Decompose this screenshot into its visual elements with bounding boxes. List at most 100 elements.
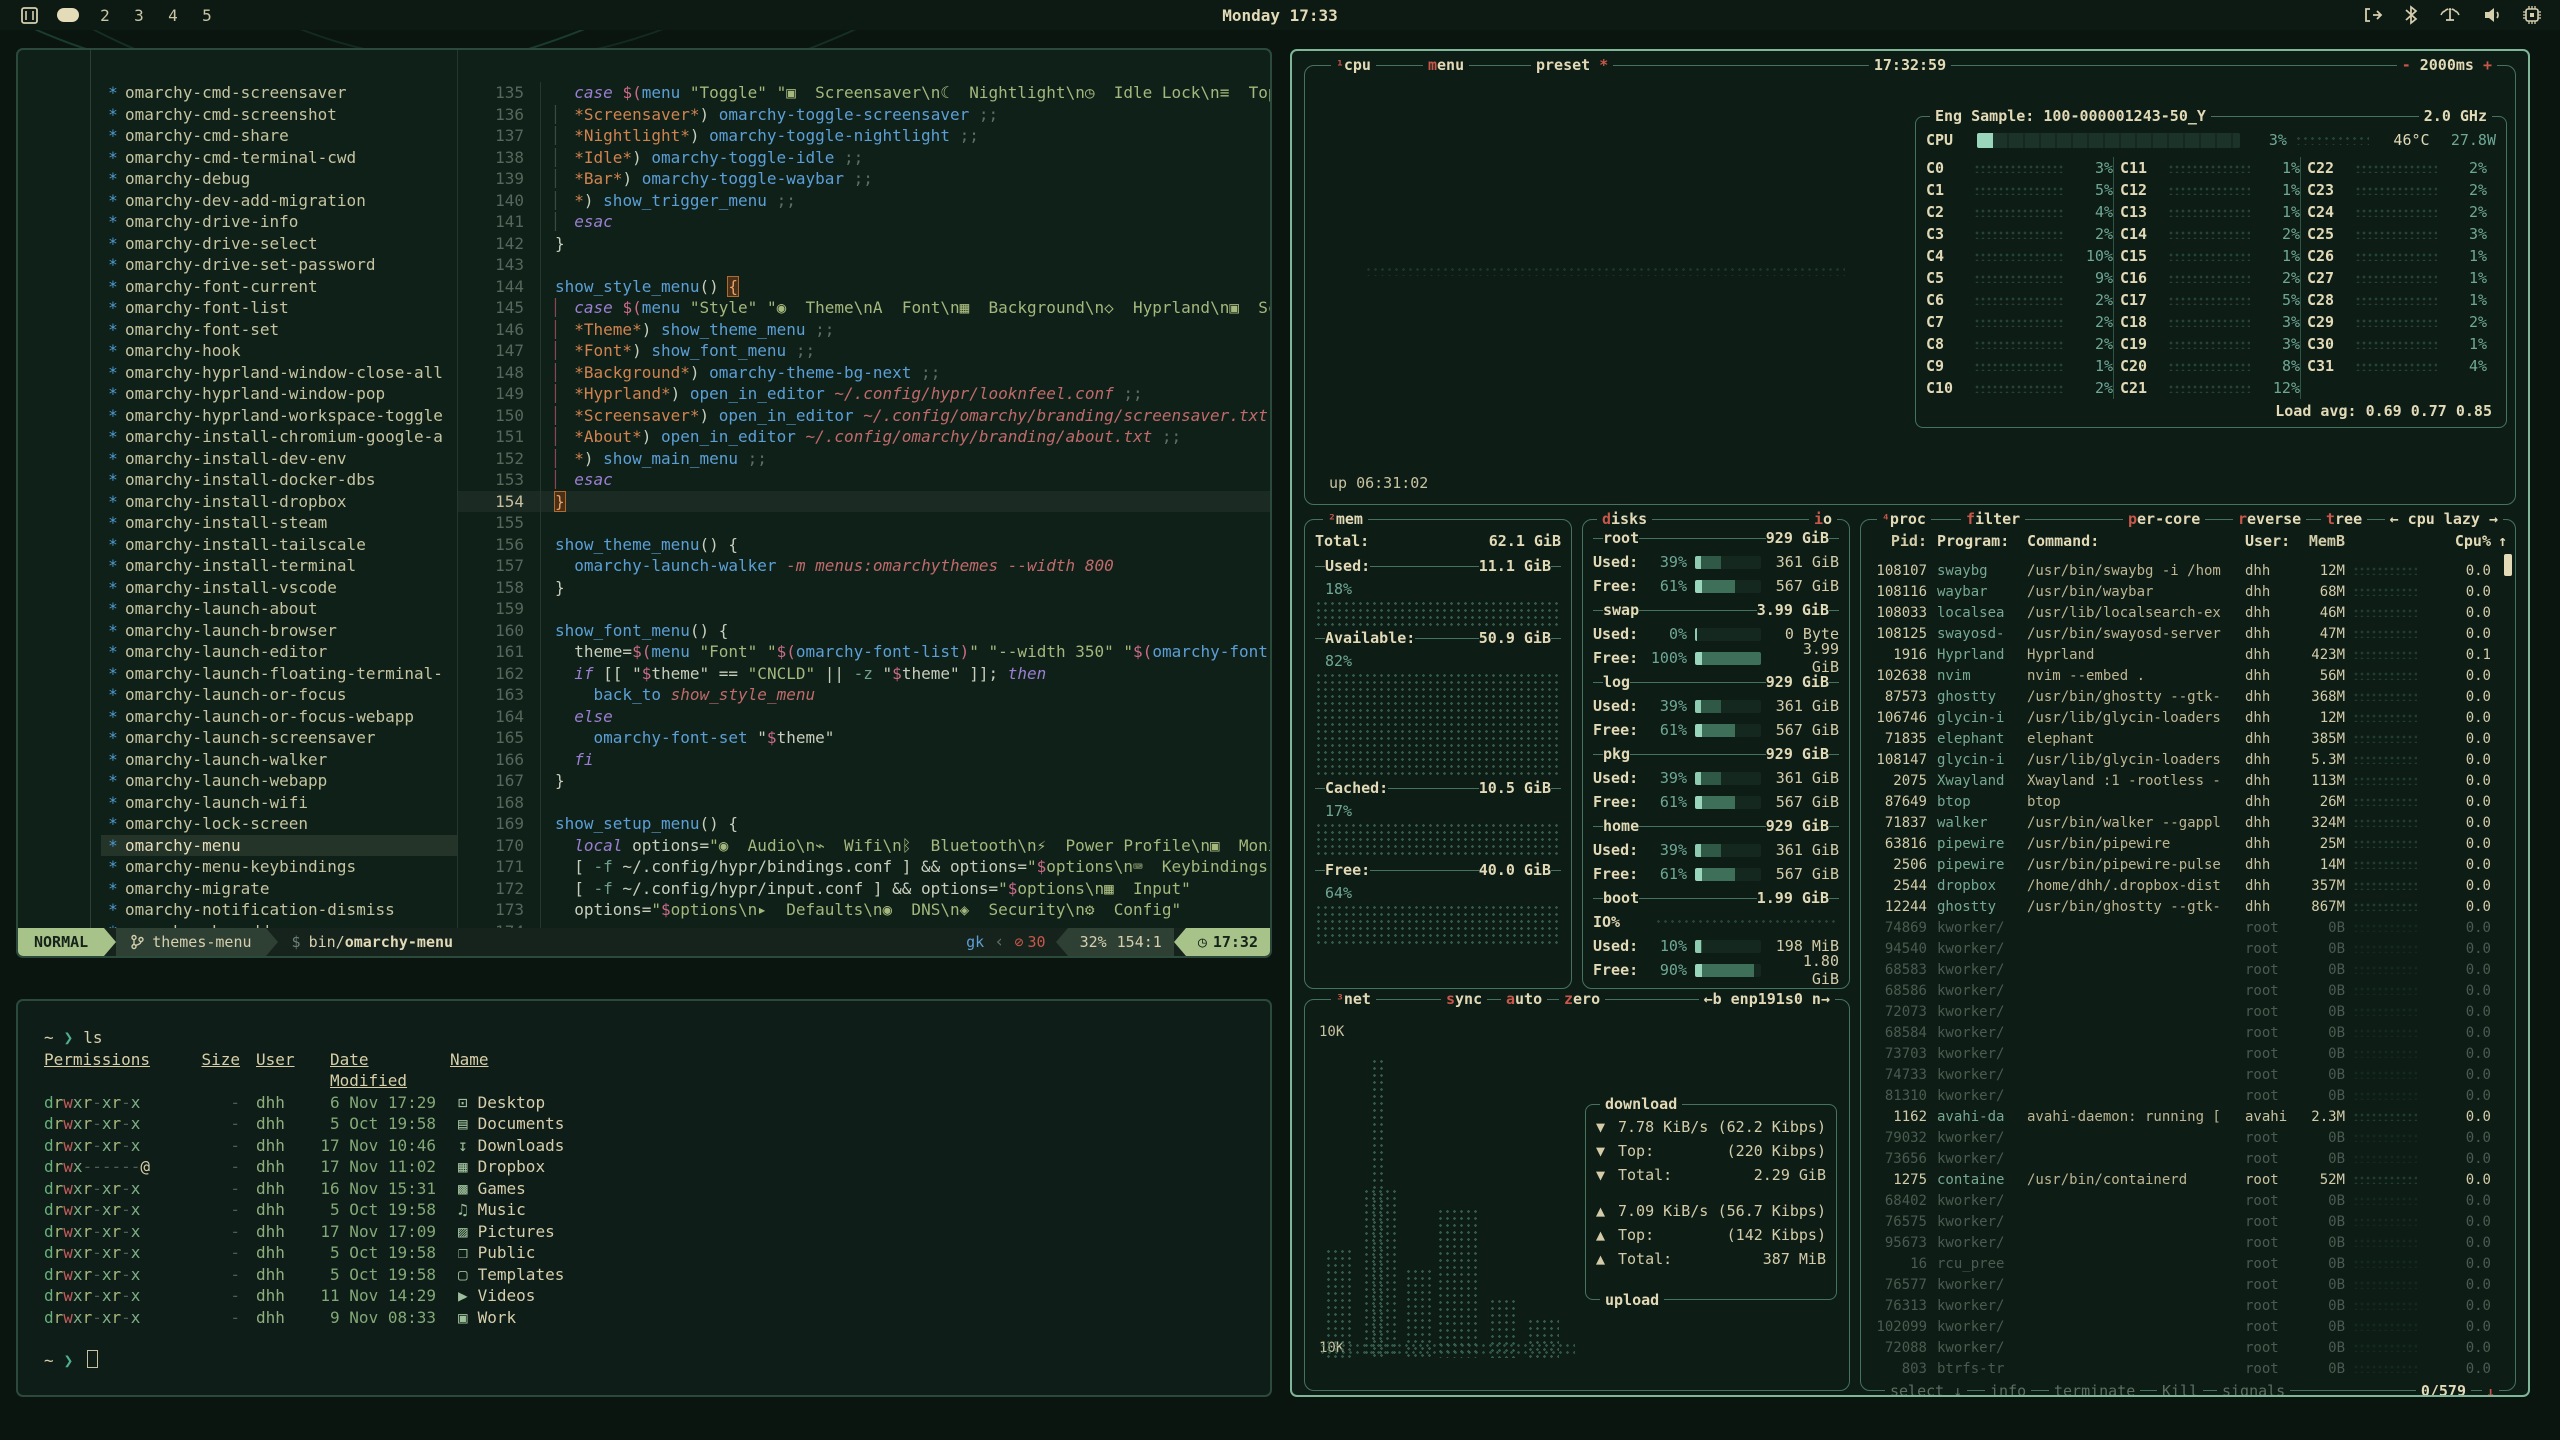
file-item[interactable]: * omarchy-drive-info	[101, 211, 457, 233]
file-item[interactable]: * omarchy-hyprland-workspace-toggle	[101, 405, 457, 427]
file-item[interactable]: * omarchy-launch-editor	[101, 641, 457, 663]
file-item[interactable]: * omarchy-install-chromium-google-a	[101, 426, 457, 448]
screencast-icon[interactable]	[2362, 5, 2384, 25]
file-item[interactable]: * omarchy-install-terminal	[101, 555, 457, 577]
file-item[interactable]: * omarchy-lock-screen	[101, 813, 457, 835]
file-item[interactable]: * omarchy-dev-add-migration	[101, 190, 457, 212]
file-item[interactable]: * omarchy-pkg-add	[101, 921, 457, 929]
process-row[interactable]: 108147 glycin-i /usr/lib/glycin-loaders …	[1869, 749, 2507, 770]
file-item[interactable]: * omarchy-install-docker-dbs	[101, 469, 457, 491]
select-action[interactable]: select ↓	[1885, 1381, 1967, 1397]
file-item[interactable]: * omarchy-hyprland-window-pop	[101, 383, 457, 405]
process-row[interactable]: 1916 Hyprland Hyprland dhh 423M 0.1	[1869, 644, 2507, 665]
process-row[interactable]: 108125 swayosd- /usr/bin/swayosd-server …	[1869, 623, 2507, 644]
net-panel-title[interactable]: ³net	[1331, 989, 1376, 1011]
file-item[interactable]: * omarchy-debug	[101, 168, 457, 190]
bluetooth-icon[interactable]	[2404, 5, 2418, 25]
file-item[interactable]: * omarchy-notification-dismiss	[101, 899, 457, 921]
file-item[interactable]: * omarchy-launch-floating-terminal-	[101, 663, 457, 685]
file-item[interactable]: * omarchy-install-dev-env	[101, 448, 457, 470]
process-row[interactable]: 73703 kworker/ root 0B 0.0	[1869, 1043, 2507, 1064]
file-item[interactable]: * omarchy-launch-webapp	[101, 770, 457, 792]
process-row[interactable]: 106746 glycin-i /usr/lib/glycin-loaders …	[1869, 707, 2507, 728]
terminal-window[interactable]: ~❯ls Permissions Size User Date Modified…	[16, 999, 1272, 1397]
signals-action[interactable]: signals	[2217, 1381, 2290, 1397]
file-explorer[interactable]: * omarchy-cmd-screensaver * omarchy-cmd-…	[18, 50, 458, 928]
process-row[interactable]: 87573 ghostty /usr/bin/ghostty --gtk- dh…	[1869, 686, 2507, 707]
net-auto-button[interactable]: auto	[1501, 989, 1547, 1009]
proc-panel-title[interactable]: ⁴proc	[1877, 509, 1931, 531]
process-row[interactable]: 16 rcu_pree root 0B 0.0	[1869, 1253, 2507, 1274]
volume-icon[interactable]	[2482, 5, 2502, 25]
process-row[interactable]: 94540 kworker/ root 0B 0.0	[1869, 938, 2507, 959]
prompt-line-current[interactable]: ~❯	[44, 1350, 1270, 1372]
process-row[interactable]: 72073 kworker/ root 0B 0.0	[1869, 1001, 2507, 1022]
process-row[interactable]: 108107 swaybg /usr/bin/swaybg -i /hom dh…	[1869, 560, 2507, 581]
process-row[interactable]: 74869 kworker/ root 0B 0.0	[1869, 917, 2507, 938]
git-branch[interactable]: themes-menu	[116, 928, 265, 956]
cpu-chip-icon[interactable]	[2522, 5, 2542, 25]
file-item[interactable]: * omarchy-install-tailscale	[101, 534, 457, 556]
process-row[interactable]: 2544 dropbox /home/dhh/.dropbox-dist dhh…	[1869, 875, 2507, 896]
info-action[interactable]: info	[1985, 1381, 2031, 1397]
file-item[interactable]: * omarchy-install-vscode	[101, 577, 457, 599]
file-item[interactable]: * omarchy-font-set	[101, 319, 457, 341]
file-item[interactable]: * omarchy-launch-or-focus	[101, 684, 457, 706]
preset-button[interactable]: preset *	[1531, 55, 1613, 75]
code-editor[interactable]: 135 case $(menu "Toggle" "▣ Screensaver\…	[458, 50, 1270, 928]
net-interface[interactable]: ←b enp191s0 n→	[1699, 989, 1835, 1009]
process-row[interactable]: 68586 kworker/ root 0B 0.0	[1869, 980, 2507, 1001]
file-item[interactable]: * omarchy-cmd-screensaver	[101, 82, 457, 104]
io-toggle[interactable]: io	[1809, 509, 1837, 529]
workspace-number[interactable]: 3	[131, 6, 147, 25]
neovim-window[interactable]: * omarchy-cmd-screensaver * omarchy-cmd-…	[16, 48, 1272, 958]
workspace-number[interactable]: 4	[165, 6, 181, 25]
process-row[interactable]: 102099 kworker/ root 0B 0.0	[1869, 1316, 2507, 1337]
diagnostics-count[interactable]: ⊘30	[1004, 928, 1055, 956]
reverse-toggle[interactable]: reverse	[2233, 509, 2306, 529]
process-row[interactable]: 76577 kworker/ root 0B 0.0	[1869, 1274, 2507, 1295]
clock[interactable]: Monday 17:33	[1222, 6, 1338, 25]
process-row[interactable]: 108116 waybar /usr/bin/waybar dhh 68M 0.…	[1869, 581, 2507, 602]
file-item[interactable]: * omarchy-menu-keybindings	[101, 856, 457, 878]
file-item[interactable]: * omarchy-install-steam	[101, 512, 457, 534]
per-core-toggle[interactable]: per-core	[2123, 509, 2205, 529]
process-row[interactable]: 68584 kworker/ root 0B 0.0	[1869, 1022, 2507, 1043]
workspace-1-active[interactable]	[57, 8, 79, 22]
file-item[interactable]: * omarchy-drive-set-password	[101, 254, 457, 276]
file-item[interactable]: * omarchy-font-current	[101, 276, 457, 298]
process-row[interactable]: 63816 pipewire /usr/bin/pipewire dhh 25M…	[1869, 833, 2507, 854]
process-row[interactable]: 803 btrfs-tr root 0B 0.0	[1869, 1358, 2507, 1379]
file-item[interactable]: * omarchy-migrate	[101, 878, 457, 900]
system-monitor-window[interactable]: ¹cpu menu preset * 17:32:59 - 2000ms + E…	[1290, 49, 2530, 1397]
process-row[interactable]: 2506 pipewire /usr/bin/pipewire-pulse dh…	[1869, 854, 2507, 875]
file-item[interactable]: * omarchy-install-dropbox	[101, 491, 457, 513]
window-icon[interactable]	[20, 6, 39, 25]
process-row[interactable]: 72088 kworker/ root 0B 0.0	[1869, 1337, 2507, 1358]
disks-panel-title[interactable]: disks	[1597, 509, 1652, 529]
process-row[interactable]: 2075 Xwayland Xwayland :1 -rootless - dh…	[1869, 770, 2507, 791]
process-row[interactable]: 87649 btop btop dhh 26M 0.0	[1869, 791, 2507, 812]
process-row[interactable]: 1162 avahi-da avahi-daemon: running [ av…	[1869, 1106, 2507, 1127]
process-row[interactable]: 108033 localsea /usr/lib/localsearch-ex …	[1869, 602, 2507, 623]
file-item[interactable]: * omarchy-font-list	[101, 297, 457, 319]
process-row[interactable]: 71837 walker /usr/bin/walker --gappl dhh…	[1869, 812, 2507, 833]
process-row[interactable]: 95673 kworker/ root 0B 0.0	[1869, 1232, 2507, 1253]
process-row[interactable]: 102638 nvim nvim --embed . dhh 56M 0.0	[1869, 665, 2507, 686]
filter-button[interactable]: filter	[1961, 509, 2025, 529]
cpu-panel-title[interactable]: ¹cpu	[1331, 55, 1376, 77]
file-item[interactable]: * omarchy-launch-walker	[101, 749, 457, 771]
file-item[interactable]: * omarchy-cmd-share	[101, 125, 457, 147]
workspace-number[interactable]: 5	[199, 6, 215, 25]
file-item[interactable]: * omarchy-hyprland-window-close-all	[101, 362, 457, 384]
process-row[interactable]: 79032 kworker/ root 0B 0.0	[1869, 1127, 2507, 1148]
file-item[interactable]: * omarchy-launch-or-focus-webapp	[101, 706, 457, 728]
process-row[interactable]: 73656 kworker/ root 0B 0.0	[1869, 1148, 2507, 1169]
tree-toggle[interactable]: tree	[2321, 509, 2367, 529]
scroll-down-icon[interactable]: ↓	[2482, 1383, 2499, 1397]
memory-panel-title[interactable]: ²mem	[1323, 509, 1368, 531]
net-zero-button[interactable]: zero	[1559, 989, 1605, 1009]
process-row[interactable]: 1275 containe /usr/bin/containerd root 5…	[1869, 1169, 2507, 1190]
net-sync-button[interactable]: sync	[1441, 989, 1487, 1009]
process-row[interactable]: 71835 elephant elephant dhh 385M 0.0	[1869, 728, 2507, 749]
